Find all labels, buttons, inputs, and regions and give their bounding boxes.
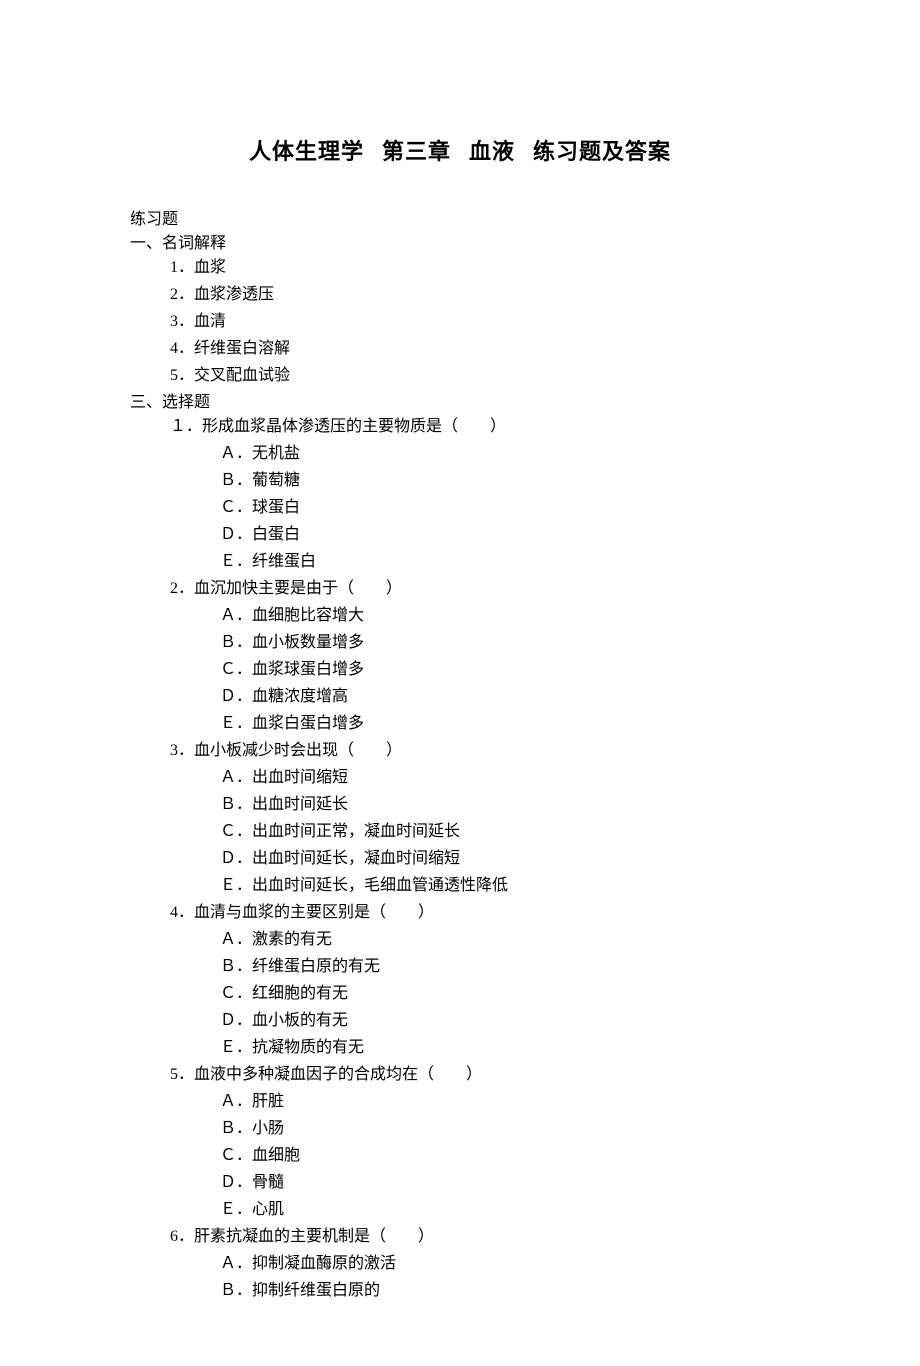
option: Ａ．血细胞比容增大 (220, 604, 790, 628)
options-list: Ａ．激素的有无 Ｂ．纤维蛋白原的有无 Ｃ．红细胞的有无 Ｄ．血小板的有无 Ｅ．抗… (220, 928, 790, 1060)
options-list: Ａ．肝脏 Ｂ．小肠 Ｃ．血细胞 Ｄ．骨髓 Ｅ．心肌 (220, 1090, 790, 1222)
term-item: 5．交叉配血试验 (170, 364, 790, 388)
exercise-label: 练习题 (130, 208, 790, 232)
section-3-heading: 三、选择题 (130, 391, 790, 415)
question-block: 5．血液中多种凝血因子的合成均在（ ） Ａ．肝脏 Ｂ．小肠 Ｃ．血细胞 Ｄ．骨髓… (170, 1063, 790, 1222)
option: Ａ．肝脏 (220, 1090, 790, 1114)
option: Ａ．抑制凝血酶原的激活 (220, 1252, 790, 1276)
option: Ｄ．血糖浓度增高 (220, 685, 790, 709)
option: Ｅ．心肌 (220, 1198, 790, 1222)
question-block: １．形成血浆晶体渗透压的主要物质是（ ） Ａ．无机盐 Ｂ．葡萄糖 Ｃ．球蛋白 Ｄ… (170, 415, 790, 574)
option: Ｂ．小肠 (220, 1117, 790, 1141)
option: Ｃ．红细胞的有无 (220, 982, 790, 1006)
section-1-heading: 一、名词解释 (130, 232, 790, 256)
page-title: 人体生理学第三章血液练习题及答案 (130, 135, 790, 168)
options-list: Ａ．出血时间缩短 Ｂ．出血时间延长 Ｃ．出血时间正常，凝血时间延长 Ｄ．出血时间… (220, 766, 790, 898)
question-block: 4．血清与血浆的主要区别是（ ） Ａ．激素的有无 Ｂ．纤维蛋白原的有无 Ｃ．红细… (170, 901, 790, 1060)
title-seg-4: 练习题及答案 (533, 139, 671, 164)
option: Ｂ．葡萄糖 (220, 469, 790, 493)
option: Ａ．无机盐 (220, 442, 790, 466)
option: Ｄ．骨髓 (220, 1171, 790, 1195)
options-list: Ａ．抑制凝血酶原的激活 Ｂ．抑制纤维蛋白原的 (220, 1252, 790, 1303)
option: Ｃ．血细胞 (220, 1144, 790, 1168)
option: Ｅ．抗凝物质的有无 (220, 1036, 790, 1060)
option: Ａ．激素的有无 (220, 928, 790, 952)
question-stem: 3．血小板减少时会出现（ ） (170, 739, 790, 763)
question-stem: 2．血沉加快主要是由于（ ） (170, 577, 790, 601)
option: Ｃ．出血时间正常，凝血时间延长 (220, 820, 790, 844)
options-list: Ａ．无机盐 Ｂ．葡萄糖 Ｃ．球蛋白 Ｄ．白蛋白 Ｅ．纤维蛋白 (220, 442, 790, 574)
option: Ｂ．纤维蛋白原的有无 (220, 955, 790, 979)
option: Ｂ．出血时间延长 (220, 793, 790, 817)
option: Ｄ．血小板的有无 (220, 1009, 790, 1033)
question-block: 3．血小板减少时会出现（ ） Ａ．出血时间缩短 Ｂ．出血时间延长 Ｃ．出血时间正… (170, 739, 790, 898)
option: Ｅ．纤维蛋白 (220, 550, 790, 574)
option: Ｅ．出血时间延长，毛细血管通透性降低 (220, 874, 790, 898)
term-item: 4．纤维蛋白溶解 (170, 337, 790, 361)
option: Ｄ．出血时间延长，凝血时间缩短 (220, 847, 790, 871)
question-block: 6．肝素抗凝血的主要机制是（ ） Ａ．抑制凝血酶原的激活 Ｂ．抑制纤维蛋白原的 (170, 1225, 790, 1303)
question-stem: １．形成血浆晶体渗透压的主要物质是（ ） (170, 415, 790, 439)
options-list: Ａ．血细胞比容增大 Ｂ．血小板数量增多 Ｃ．血浆球蛋白增多 Ｄ．血糖浓度增高 Ｅ… (220, 604, 790, 736)
term-item: 1．血浆 (170, 256, 790, 280)
option: Ａ．出血时间缩短 (220, 766, 790, 790)
question-block: 2．血沉加快主要是由于（ ） Ａ．血细胞比容增大 Ｂ．血小板数量增多 Ｃ．血浆球… (170, 577, 790, 736)
option: Ｅ．血浆白蛋白增多 (220, 712, 790, 736)
option: Ｃ．血浆球蛋白增多 (220, 658, 790, 682)
option: Ｄ．白蛋白 (220, 523, 790, 547)
title-seg-3: 血液 (469, 139, 515, 164)
question-stem: 5．血液中多种凝血因子的合成均在（ ） (170, 1063, 790, 1087)
option: Ｃ．球蛋白 (220, 496, 790, 520)
option: Ｂ．抑制纤维蛋白原的 (220, 1279, 790, 1303)
title-seg-1: 人体生理学 (249, 139, 364, 164)
term-item: 2．血浆渗透压 (170, 283, 790, 307)
question-stem: 4．血清与血浆的主要区别是（ ） (170, 901, 790, 925)
option: Ｂ．血小板数量增多 (220, 631, 790, 655)
title-seg-2: 第三章 (382, 139, 451, 164)
terms-list: 1．血浆 2．血浆渗透压 3．血清 4．纤维蛋白溶解 5．交叉配血试验 (170, 256, 790, 388)
question-stem: 6．肝素抗凝血的主要机制是（ ） (170, 1225, 790, 1249)
term-item: 3．血清 (170, 310, 790, 334)
